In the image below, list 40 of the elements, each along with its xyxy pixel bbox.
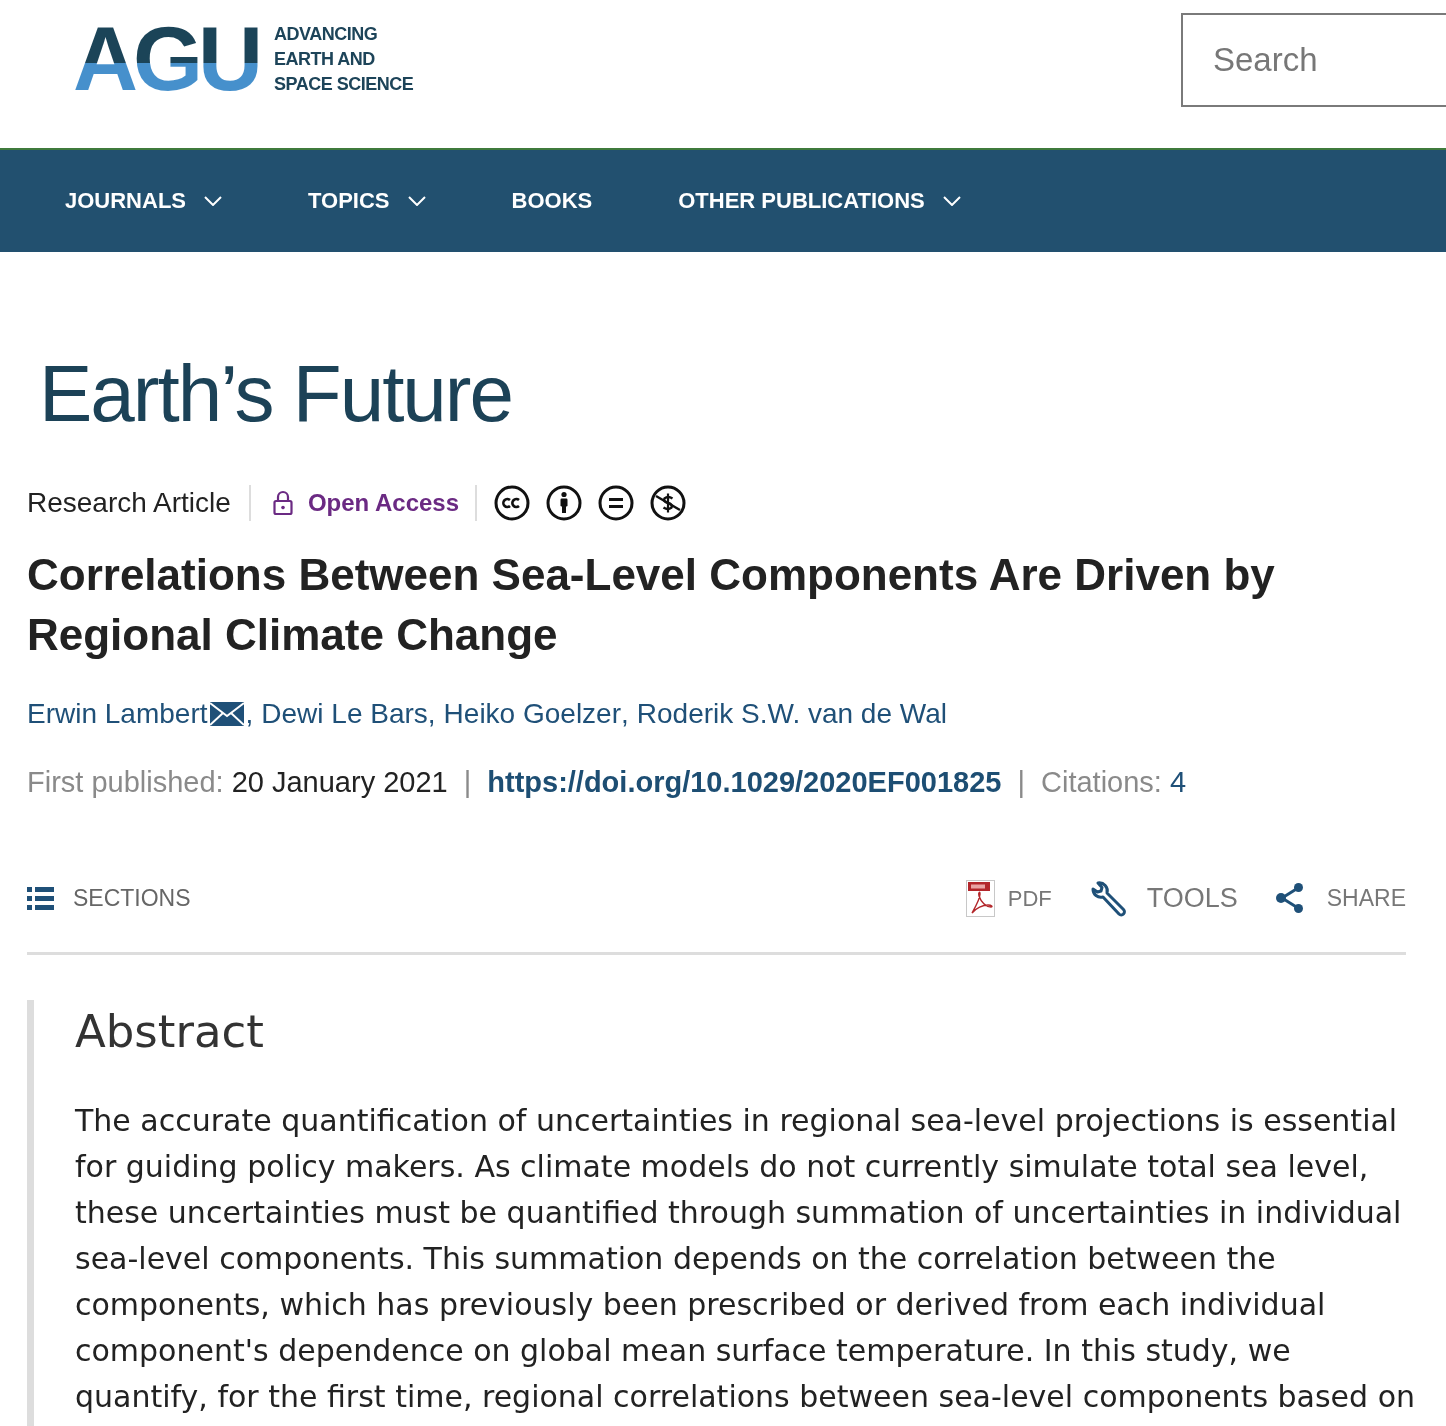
- journal-logo[interactable]: Earth’s Future: [39, 354, 512, 434]
- separator: ,: [245, 697, 254, 731]
- published-date: 20 January 2021: [231, 765, 448, 801]
- author-link[interactable]: Erwin Lambert: [27, 693, 208, 735]
- equals-license-icon[interactable]: [598, 485, 635, 521]
- doi-link[interactable]: https://doi.org/10.1029/2020EF001825: [487, 761, 1002, 805]
- article-title: Correlations Between Sea-Level Components Are Driven by Regional Climate Change: [27, 549, 1276, 661]
- pdf-button[interactable]: PDF: [965, 879, 1052, 917]
- separator: ,: [427, 697, 436, 731]
- separator: ,: [621, 697, 629, 731]
- logo-tagline: ADVANCING EARTH AND SPACE SCIENCE: [274, 23, 414, 96]
- author-link[interactable]: Dewi Le Bars: [261, 693, 428, 735]
- share-button[interactable]: SHARE: [1275, 880, 1406, 916]
- author-link[interactable]: Heiko Goelzer: [443, 693, 621, 735]
- sections-button[interactable]: SECTIONS: [27, 880, 191, 916]
- citations-count[interactable]: 4: [1169, 761, 1187, 805]
- article-type: Research Article: [27, 486, 231, 520]
- citations-label: Citations:: [1041, 765, 1162, 801]
- nav-item[interactable]: BOOKS: [511, 190, 593, 212]
- nav-item[interactable]: JOURNALS: [65, 190, 222, 212]
- lock-icon: [272, 490, 293, 516]
- wrench-icon: [1089, 879, 1127, 917]
- cc-license-icon[interactable]: [494, 485, 531, 521]
- share-icon: [1275, 883, 1303, 913]
- open-access-label: Open Access: [307, 488, 460, 518]
- published-label: First published:: [27, 765, 224, 801]
- separator: |: [1016, 765, 1026, 801]
- mail-icon[interactable]: [209, 702, 244, 726]
- pdf-file-icon: [965, 879, 995, 917]
- separator: |: [462, 765, 473, 801]
- tools-button[interactable]: TOOLS: [1089, 877, 1238, 919]
- nav-item[interactable]: TOPICS: [308, 190, 426, 212]
- author-link[interactable]: Roderik S.W. van de Wal: [636, 693, 947, 735]
- abstract-heading: Abstract: [75, 1004, 264, 1060]
- no-dollar-license-icon[interactable]: [650, 485, 687, 521]
- nav-item[interactable]: OTHER PUBLICATIONS: [678, 190, 961, 212]
- search-field[interactable]: Search: [1181, 13, 1446, 107]
- person-license-icon[interactable]: [546, 485, 583, 521]
- list-icon: [27, 886, 54, 910]
- abstract-text: The accurate quantification of uncertainties in regional sea-level projections is essential for guiding policy makers. As climate models do not currently simulate total sea level, these uncertainties must be quantified through summation of uncertainties in individual sea-level components. This summation depends on the correlation between the components, which has previously been prescribed or derived from each individual component's dependence on global mean surface temperature. In this study, we quantify, for the first time, regional correlations between sea-level components based on: [75, 1102, 1417, 1416]
